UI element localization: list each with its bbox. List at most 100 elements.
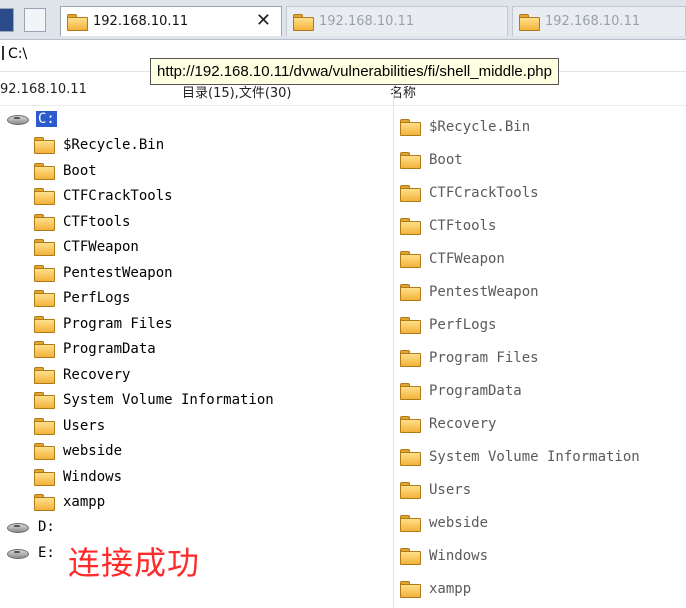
tree-item[interactable]: Windows (34, 466, 122, 488)
list-item[interactable]: ProgramData (400, 380, 522, 402)
tree-item[interactable]: ProgramData (34, 338, 156, 360)
url-tooltip: http://192.168.10.11/dvwa/vulnerabilitie… (150, 58, 559, 85)
list-item[interactable]: Users (400, 479, 471, 501)
list-item-label: Boot (429, 152, 463, 168)
tree-item[interactable]: PentestWeapon (34, 262, 173, 284)
tree-item-label: Program Files (63, 316, 173, 332)
folder-icon (34, 239, 55, 256)
list-item-label: Program Files (429, 350, 539, 366)
list-item[interactable]: Program Files (400, 347, 539, 369)
list-item[interactable]: System Volume Information (400, 446, 640, 468)
tree-item-label: Users (63, 418, 106, 434)
tree-item-label: CTFtools (63, 214, 131, 230)
folder-icon (400, 449, 421, 466)
folder-icon (400, 119, 421, 136)
tree-item[interactable]: webside (34, 440, 122, 462)
tree-item-label: ProgramData (63, 341, 156, 357)
tree-item-label: Recovery (63, 367, 131, 383)
folder-icon (34, 469, 55, 486)
folder-icon (34, 443, 55, 460)
folder-icon (400, 416, 421, 433)
tab-3-label: 192.168.10.11 (545, 14, 641, 29)
tree-item-label: Boot (63, 163, 97, 179)
list-item[interactable]: CTFtools (400, 215, 496, 237)
tree-item[interactable]: Program Files (34, 313, 173, 335)
tree-item-label: webside (63, 443, 123, 459)
tree-item[interactable]: System Volume Information (34, 389, 274, 411)
list-item[interactable]: PerfLogs (400, 314, 496, 336)
address-path[interactable]: C:\ (2, 46, 27, 62)
list-item-label: System Volume Information (429, 449, 640, 465)
tab-2-label: 192.168.10.11 (319, 14, 415, 29)
list-item-label: Users (429, 482, 472, 498)
folder-icon (400, 548, 421, 565)
tree-item[interactable]: xampp (34, 491, 105, 513)
tree-item-label: PentestWeapon (63, 265, 173, 281)
tab-1[interactable]: 192.168.10.11 ✕ (60, 6, 282, 36)
list-item[interactable]: CTFCrackTools (400, 182, 539, 204)
folder-icon (34, 316, 55, 333)
folder-icon (293, 13, 314, 31)
list-item-label: PentestWeapon (429, 284, 539, 300)
folder-icon (400, 185, 421, 202)
folder-icon (400, 284, 421, 301)
tree-item[interactable]: CTFWeapon (34, 236, 139, 258)
folder-icon (400, 383, 421, 400)
folder-icon (400, 581, 421, 598)
pane-divider[interactable] (393, 76, 394, 608)
folder-icon (34, 163, 55, 180)
folder-icon (34, 418, 55, 435)
tab-1-label: 192.168.10.11 (93, 14, 189, 29)
tree-item[interactable]: Recovery (34, 364, 130, 386)
list-item-label: xampp (429, 581, 472, 597)
tree-drive-c[interactable]: C: (6, 108, 57, 130)
close-icon[interactable]: ✕ (256, 10, 271, 31)
tree-item[interactable]: CTFtools (34, 211, 130, 233)
list-item-label: ProgramData (429, 383, 522, 399)
tab-2[interactable]: 192.168.10.11 (286, 6, 508, 36)
list-item[interactable]: Boot (400, 149, 463, 171)
folder-icon (400, 350, 421, 367)
hard-drive-icon (6, 547, 30, 559)
folder-icon (34, 367, 55, 384)
tab-3[interactable]: 192.168.10.11 (512, 6, 686, 36)
list-item-label: Recovery (429, 416, 497, 432)
list-item[interactable]: xampp (400, 578, 471, 600)
tab-strip-edge[interactable] (0, 8, 14, 32)
list-item[interactable]: CTFWeapon (400, 248, 505, 270)
folder-icon (400, 515, 421, 532)
tree-drive-d[interactable]: D: (6, 516, 57, 538)
tree-item[interactable]: Boot (34, 160, 97, 182)
tree-item-label: System Volume Information (63, 392, 274, 408)
list-item[interactable]: webside (400, 512, 488, 534)
folder-icon (34, 392, 55, 409)
drive-label: E: (38, 545, 55, 561)
list-item[interactable]: Recovery (400, 413, 496, 435)
list-item-label: PerfLogs (429, 317, 497, 333)
list-item[interactable]: Windows (400, 545, 488, 567)
folder-icon (400, 317, 421, 334)
folder-icon (34, 290, 55, 307)
tree-item-label: CTFCrackTools (63, 188, 173, 204)
hard-drive-icon (6, 113, 30, 125)
list-item-label: Windows (429, 548, 489, 564)
host-label: 92.168.10.11 (0, 82, 87, 97)
tree-item[interactable]: Users (34, 415, 105, 437)
folder-icon (519, 13, 540, 31)
tab-bar: 192.168.10.11 ✕ 192.168.10.11 192.168.10… (0, 0, 686, 40)
list-item-label: CTFWeapon (429, 251, 505, 267)
tree-item-label: $Recycle.Bin (63, 137, 165, 153)
folder-icon (400, 251, 421, 268)
folder-icon (400, 152, 421, 169)
tree-item-label: PerfLogs (63, 290, 131, 306)
tree-item-label: xampp (63, 494, 106, 510)
folder-icon (34, 188, 55, 205)
folder-icon (34, 341, 55, 358)
tree-item[interactable]: $Recycle.Bin (34, 134, 164, 156)
new-tab-button[interactable] (24, 8, 46, 32)
tree-drive-e[interactable]: E: (6, 542, 57, 564)
tree-item[interactable]: PerfLogs (34, 287, 130, 309)
list-item[interactable]: PentestWeapon (400, 281, 539, 303)
list-item[interactable]: $Recycle.Bin (400, 116, 530, 138)
tree-item[interactable]: CTFCrackTools (34, 185, 173, 207)
